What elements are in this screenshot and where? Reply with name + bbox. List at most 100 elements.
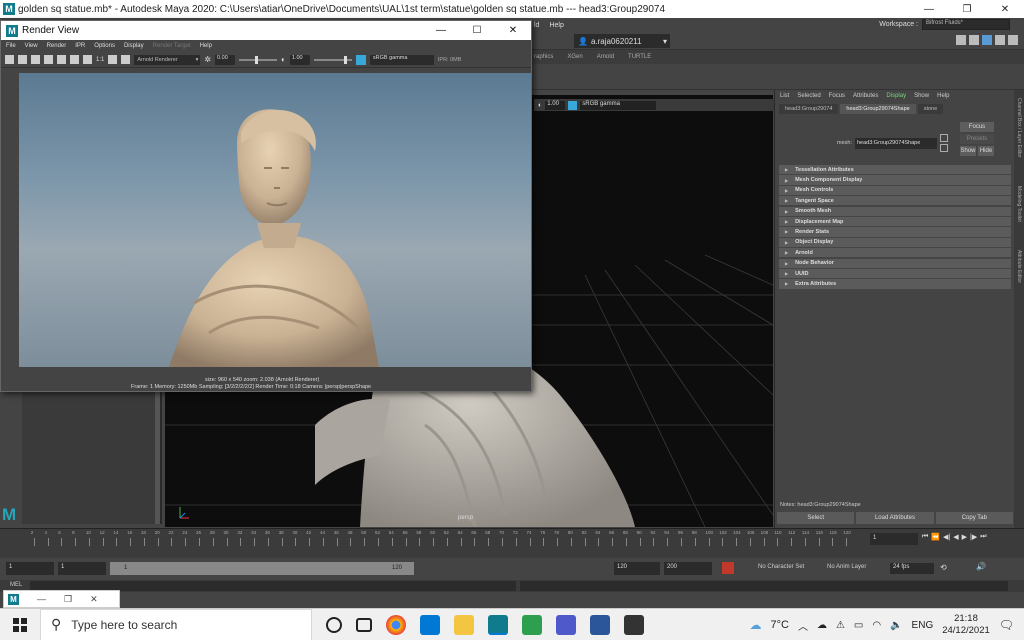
menu-item-render[interactable]: Render [47, 43, 67, 49]
playback-end-field[interactable]: 120 [614, 562, 660, 575]
alpha-channel-icon[interactable] [83, 55, 92, 64]
range-slider[interactable]: 1 120 [110, 562, 414, 575]
menu-item-list[interactable]: List [780, 93, 789, 99]
color-management-icon[interactable] [355, 54, 366, 65]
section-arnold[interactable]: ▶ Arnold [779, 248, 1011, 259]
outliner-panel[interactable] [22, 392, 162, 524]
character-set-dropdown[interactable]: No Character Set [758, 564, 804, 570]
chrome-icon[interactable] [386, 614, 406, 635]
show-hidden-icons-icon[interactable]: ︿ [798, 618, 808, 633]
network-icon[interactable]: ⚠ [836, 620, 845, 631]
exposure-icon[interactable]: ◐ [538, 102, 542, 109]
zbrush-icon[interactable] [624, 614, 644, 635]
section-object-display[interactable]: ▶ Object Display [779, 237, 1011, 249]
section-mesh-controls[interactable]: ▶ Mesh Controls [779, 185, 1011, 197]
volume-icon[interactable]: 🔈 [890, 620, 902, 631]
menu-item-ipr[interactable]: IPR [75, 43, 85, 49]
animation-start-field[interactable]: 1 [6, 562, 54, 575]
exposure-field[interactable]: 0.00 [215, 54, 236, 65]
zoom-ratio[interactable]: 1:1 [96, 57, 104, 63]
layout-icon[interactable] [995, 35, 1005, 45]
section-tessellation[interactable]: ▶ Tessellation Attributes [779, 165, 1011, 176]
exposure-icon[interactable]: ✲ [204, 55, 211, 64]
close-icon[interactable]: ✕ [495, 25, 531, 36]
animation-end-field[interactable]: 200 [664, 562, 712, 575]
clock[interactable]: 21:18 24/12/2021 [942, 613, 990, 637]
go-to-start-icon[interactable]: ⏮ [922, 533, 928, 541]
file-explorer-icon[interactable] [454, 614, 474, 635]
anim-layer-dropdown[interactable]: No Anim Layer [827, 564, 866, 570]
maximize-icon[interactable]: ❐ [948, 4, 986, 15]
layout-icon[interactable] [982, 35, 992, 45]
presets-button[interactable]: Presets [960, 134, 994, 144]
menu-item-help[interactable]: Help [937, 93, 949, 99]
redo-render-icon[interactable] [5, 55, 14, 64]
menu-item-display[interactable]: Display [124, 43, 144, 49]
menu-item-focus[interactable]: Focus [829, 93, 845, 99]
shelf-tab-arnold[interactable]: Arnold [597, 54, 614, 60]
ipr-icon[interactable] [44, 55, 53, 64]
notifications-icon[interactable]: 🗨 [999, 618, 1014, 632]
section-extra-attributes[interactable]: ▶ Extra Attributes [779, 279, 1011, 290]
menu-item-view[interactable]: View [25, 43, 38, 49]
go-to-input-icon[interactable] [939, 134, 948, 142]
tab-transform-node[interactable]: head3:Group29074 [779, 104, 839, 114]
maximize-icon[interactable]: ☐ [459, 25, 495, 36]
playback-start-field[interactable]: 1 [58, 562, 106, 575]
layout-icon[interactable] [1008, 35, 1018, 45]
render-image[interactable] [19, 73, 531, 367]
minimize-icon[interactable]: — [910, 4, 948, 15]
show-button[interactable]: Show [960, 146, 976, 156]
render-region-icon[interactable] [18, 55, 27, 64]
snapshot-icon[interactable] [31, 55, 40, 64]
menu-item-selected[interactable]: Selected [797, 93, 820, 99]
remove-image-icon[interactable] [121, 55, 131, 64]
menu-item-help[interactable]: Help [549, 22, 563, 29]
task-view-icon[interactable] [356, 617, 372, 632]
user-account-dropdown[interactable]: 👤 a.raja0620211 ▾ [574, 34, 670, 48]
viewport-colorspace-dropdown[interactable]: sRGB gamma [580, 100, 657, 110]
scrollbar[interactable] [155, 392, 160, 524]
exposure-slider[interactable] [239, 55, 278, 64]
rgb-channels-icon[interactable] [70, 55, 79, 64]
maximize-icon[interactable]: ❐ [64, 594, 72, 605]
menu-item-display[interactable]: Display [886, 93, 906, 99]
render-view-title-bar[interactable]: M Render View — ☐ ✕ [1, 21, 531, 40]
snap-icon[interactable] [969, 35, 979, 45]
menu-item-attributes[interactable]: Attributes [853, 93, 878, 99]
gamma-icon[interactable]: ◐ [281, 55, 286, 64]
fps-dropdown[interactable]: 24 fps [890, 563, 934, 574]
start-button[interactable] [0, 617, 40, 632]
menu-item-options[interactable]: Options [94, 43, 115, 49]
tab-material-node[interactable]: stone [917, 104, 944, 114]
section-render-stats[interactable]: ▶ Render Stats [779, 227, 1011, 238]
cortana-icon[interactable] [326, 616, 342, 633]
battery-icon[interactable]: ▭ [854, 620, 863, 631]
loop-icon[interactable]: ⟲ [940, 563, 947, 572]
step-forward-frame-icon[interactable]: |▶ [970, 533, 977, 541]
taskbar-search-box[interactable]: ⚲ Type here to search [40, 608, 312, 640]
menu-item-file[interactable]: File [6, 43, 16, 49]
mail-icon[interactable] [420, 614, 440, 635]
go-to-output-icon[interactable] [939, 144, 948, 152]
tab-shape-node[interactable]: head3:Group29074Shape [840, 104, 916, 114]
close-icon[interactable]: ✕ [986, 4, 1024, 15]
viewport-exposure-field[interactable]: 1.00 [545, 100, 566, 110]
colorspace-dropdown[interactable]: sRGB gamma [369, 54, 434, 65]
weather-icon[interactable]: ☁ [749, 618, 761, 632]
minimized-window[interactable]: M — ❐ ✕ [3, 590, 120, 608]
tab-modeling-toolkit[interactable]: Modeling Toolkit [1016, 186, 1022, 222]
hide-button[interactable]: Hide [978, 146, 994, 156]
shelf-tab-graphics[interactable]: raphics [534, 54, 553, 60]
section-displacement-map[interactable]: ▶ Displacement Map [779, 216, 1011, 228]
step-back-key-icon[interactable]: ⏪ [931, 533, 940, 541]
gamma-slider[interactable] [313, 55, 352, 64]
maya-taskbar-icon[interactable] [488, 614, 508, 635]
close-icon[interactable]: ✕ [90, 594, 98, 605]
refresh-ipr-icon[interactable] [57, 55, 66, 64]
mesh-name-field[interactable]: head3:Group29074Shape [854, 137, 937, 149]
snap-icon[interactable] [956, 35, 966, 45]
keep-image-icon[interactable] [108, 55, 118, 64]
temperature[interactable]: 7°C [770, 619, 788, 631]
play-backward-icon[interactable]: ◀ [953, 533, 958, 541]
